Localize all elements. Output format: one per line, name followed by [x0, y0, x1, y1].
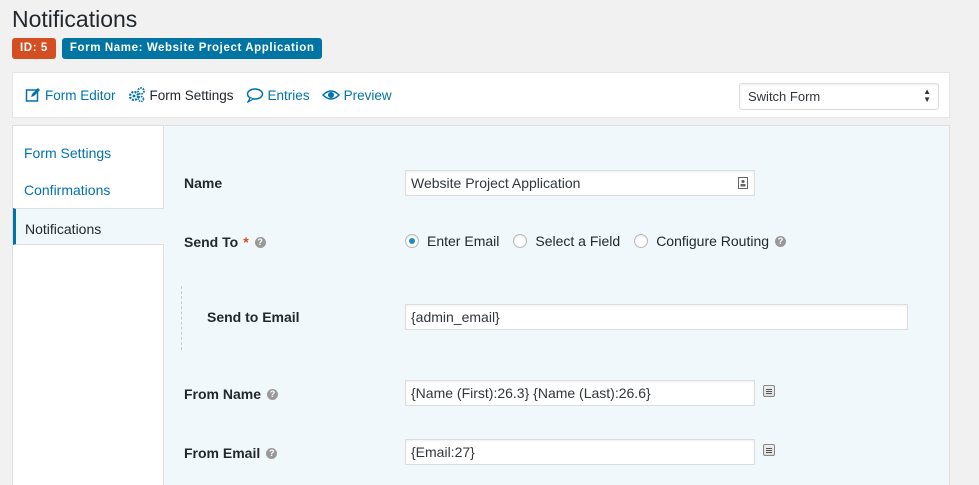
- radio-label: Enter Email: [427, 233, 500, 249]
- required-asterisk: *: [243, 234, 249, 250]
- indent-divider: [181, 286, 182, 350]
- send-to-radio-group: Enter Email Select a Field Configure Rou…: [405, 233, 800, 249]
- send-to-email-input[interactable]: {admin_email}: [405, 304, 908, 330]
- sidenav-item-label: Form Settings: [24, 145, 112, 161]
- send-to-option-select-field[interactable]: Select a Field: [513, 233, 620, 249]
- form-editor-label: Form Editor: [45, 87, 116, 103]
- from-name-value: {Name (First):26.3} {Name (Last):26.6}: [411, 385, 651, 401]
- settings-sidenav: Form Settings Confirmations Notification…: [13, 126, 164, 485]
- edit-icon: [25, 88, 40, 102]
- merge-tag-icon[interactable]: [763, 385, 775, 397]
- help-icon[interactable]: ?: [266, 447, 278, 459]
- form-settings-link[interactable]: Form Settings: [128, 87, 234, 103]
- preview-label: Preview: [343, 87, 392, 103]
- page-title: Notifications: [12, 6, 138, 32]
- radio-configure-routing[interactable]: [634, 234, 649, 248]
- from-email-input[interactable]: {Email:27}: [405, 439, 755, 465]
- sidenav-item-confirmations[interactable]: Confirmations: [13, 170, 163, 208]
- sidenav-item-form-settings[interactable]: Form Settings: [13, 126, 163, 170]
- name-label: Name: [184, 175, 222, 191]
- from-email-label-text: From Email: [184, 445, 261, 461]
- speech-bubble-icon: [246, 88, 263, 103]
- merge-tag-icon[interactable]: [763, 444, 775, 456]
- help-icon[interactable]: ?: [254, 236, 266, 248]
- select-arrows-icon: ▲ ▼: [923, 87, 931, 104]
- preview-link[interactable]: Preview: [321, 87, 392, 103]
- switch-form-label: Switch Form: [748, 89, 821, 104]
- from-email-label: From Email ?: [184, 445, 278, 461]
- help-icon[interactable]: ?: [775, 235, 787, 247]
- help-icon[interactable]: ?: [267, 388, 279, 400]
- radio-label: Configure Routing: [656, 233, 770, 249]
- sidenav-item-label: Confirmations: [24, 182, 111, 198]
- send-to-option-enter-email[interactable]: Enter Email: [405, 233, 499, 249]
- send-to-email-value: {admin_email}: [411, 309, 500, 325]
- contact-card-icon: [738, 177, 748, 189]
- badges: ID: 5 Form Name: Website Project Applica…: [12, 38, 323, 59]
- send-to-option-configure-routing[interactable]: Configure Routing ?: [634, 233, 787, 249]
- sidenav-item-notifications[interactable]: Notifications: [13, 207, 164, 245]
- switch-form-select[interactable]: Switch Form ▲ ▼: [739, 83, 939, 110]
- radio-select-field[interactable]: [513, 234, 528, 248]
- name-label-text: Name: [184, 175, 223, 191]
- from-name-label: From Name ?: [184, 386, 279, 402]
- from-name-label-text: From Name: [184, 386, 262, 402]
- radio-label: Select a Field: [535, 233, 621, 249]
- name-input[interactable]: Website Project Application: [405, 170, 755, 196]
- form-settings-label: Form Settings: [149, 87, 234, 103]
- entries-label: Entries: [267, 87, 310, 103]
- form-editor-link[interactable]: Form Editor: [25, 87, 116, 103]
- name-input-value: Website Project Application: [411, 175, 581, 191]
- eye-icon: [321, 90, 340, 100]
- from-email-value: {Email:27}: [411, 444, 475, 460]
- form-name-badge: Form Name: Website Project Application: [61, 38, 323, 59]
- gears-icon: [128, 87, 145, 103]
- from-name-input[interactable]: {Name (First):26.3} {Name (Last):26.6}: [405, 380, 755, 406]
- send-to-email-label-text: Send to Email: [207, 309, 300, 325]
- send-to-email-label: Send to Email: [207, 309, 300, 325]
- form-toolbar: Form Editor Form Settings Entries Previe…: [12, 72, 950, 118]
- send-to-label: Send To * ?: [184, 234, 266, 250]
- sidenav-item-label: Notifications: [25, 220, 102, 237]
- radio-enter-email[interactable]: [405, 234, 419, 248]
- entries-link[interactable]: Entries: [246, 87, 310, 103]
- send-to-label-text: Send To: [184, 234, 239, 250]
- form-id-badge: ID: 5: [12, 38, 56, 59]
